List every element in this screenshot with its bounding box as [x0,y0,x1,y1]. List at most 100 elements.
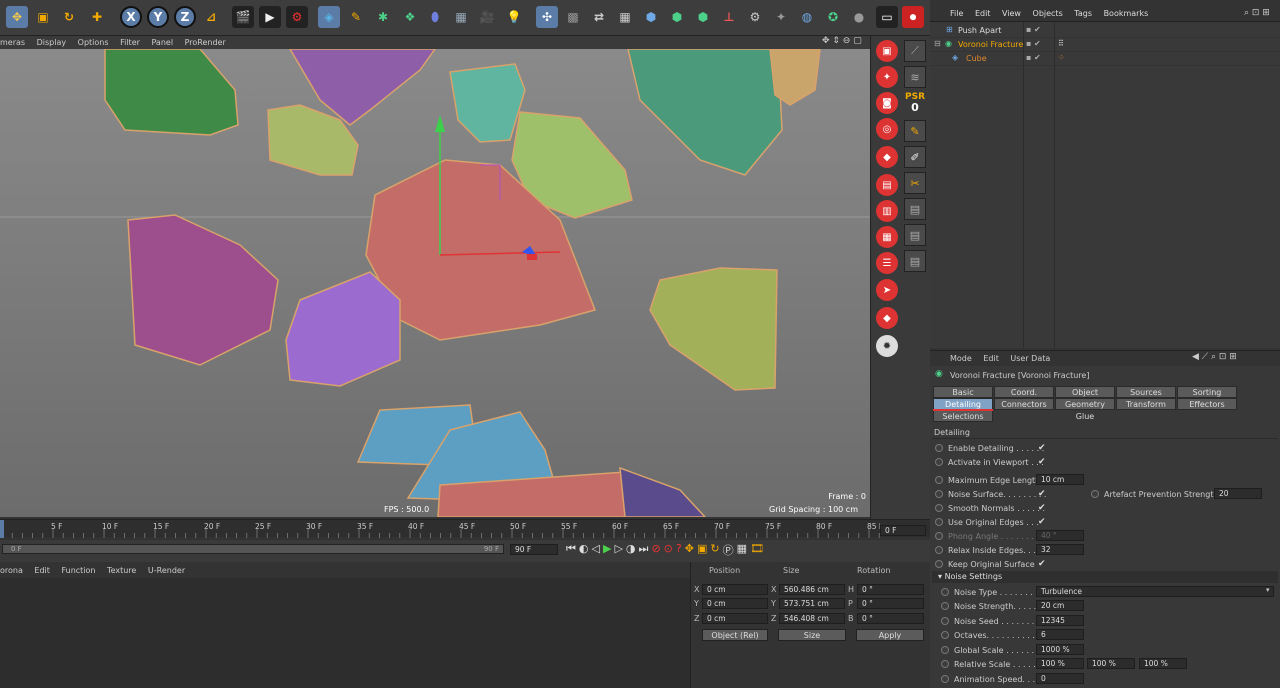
material-menu-function[interactable]: Function [61,566,95,575]
current-frame-field[interactable]: 0 F [880,525,926,536]
timeline-ruler[interactable]: 5 F 10 F 15 F 20 F 25 F 30 F 35 F 40 F 45 F 50 F 5… [0,519,930,538]
tab-sorting[interactable]: Sorting [1177,386,1237,398]
knife-icon[interactable]: ✎ [904,120,926,142]
material-tag-icon[interactable]: ⁘ [1058,53,1065,62]
material-cube-icon[interactable]: ◆ [876,307,898,329]
prev-key-icon[interactable]: ◐ [579,542,589,558]
range-slider[interactable]: 0 F 90 F [2,544,504,554]
grid-icon[interactable]: ▦ [614,6,636,28]
coord-pos-field[interactable]: 0 cm [702,584,768,595]
tab-sources[interactable]: Sources [1116,386,1176,398]
keyframe-selection-icon[interactable]: ? [676,542,682,558]
pla-key-icon[interactable]: ▦ [737,542,747,558]
coord-apply-button[interactable]: Apply [856,629,924,641]
viewport[interactable]: FPS : 500.0 Frame : 0 Grid Spacing : 100… [0,49,870,517]
visibility-toggle-3[interactable]: ▪ ✔ [1026,53,1041,62]
animate-dot[interactable] [935,546,943,554]
layer-icon-3[interactable]: ▤ [904,250,926,272]
coord-size-field[interactable]: 573.751 cm [779,598,845,609]
hdri-icon[interactable]: ▤ [876,174,898,196]
animate-dot[interactable] [935,518,943,526]
light-bulb-icon[interactable]: ✦ [876,66,898,88]
next-key-icon[interactable]: ◑ [626,542,636,558]
settings-gear-icon[interactable]: ⚙ [744,6,766,28]
noise-type-dropdown-arrow[interactable]: ▾ [1266,586,1270,594]
mesh-icon[interactable]: ✦ [770,6,792,28]
viewport-menu-prorender[interactable]: ProRender [185,38,226,47]
field-relative-scale-z[interactable]: 100 % [1139,658,1187,669]
scale-icon[interactable]: ▣ [32,6,54,28]
cube-icon[interactable]: ◈ [318,6,340,28]
field-octaves[interactable]: 6 [1036,629,1084,640]
tab-geometry-glue[interactable]: Geometry Glue [1055,398,1115,421]
coord-rot-field[interactable]: 0 ° [857,584,924,595]
coord-size-field[interactable]: 546.408 cm [779,613,845,624]
render-view-icon[interactable]: 🎬 [232,6,254,28]
om-menu-view[interactable]: View [1002,9,1021,18]
animate-dot[interactable] [941,675,949,683]
move-key-icon[interactable]: ✥ [685,542,694,558]
animate-dot[interactable] [935,490,943,498]
field-animation-speed[interactable]: 0 [1036,673,1084,684]
checkbox-keep-original-surface[interactable]: ✔ [1038,559,1048,569]
field-artefact-prevention[interactable]: 20 [1214,488,1262,499]
hub-icon[interactable]: ✪ [822,6,844,28]
prev-frame-icon[interactable]: ◁ [592,542,600,558]
render-picture-queue-icon[interactable]: ▶ [259,6,281,28]
workplane-icon[interactable]: ⇄ [588,6,610,28]
animate-dot[interactable] [941,588,949,596]
rotate-key-icon[interactable]: ↻ [710,542,719,558]
om-menu-tags[interactable]: Tags [1074,9,1092,18]
coord-size-select[interactable]: Size [778,629,846,641]
checkbox-smooth-normals[interactable]: ✔ [1038,503,1048,513]
edge-mode-icon[interactable]: ⬢ [666,6,688,28]
om-menu-bookmarks[interactable]: Bookmarks [1104,9,1149,18]
param-key-icon[interactable]: Ⓟ [723,542,734,558]
deformer-icon[interactable]: ⬮ [424,6,446,28]
animate-dot[interactable] [941,631,949,639]
tag-icon-grid[interactable]: ⠿ [1058,39,1064,48]
target-icon[interactable]: ◎ [876,118,898,140]
viewport-menu-cameras[interactable]: meras [0,38,25,47]
settings-sun-icon[interactable]: ✹ [876,335,898,357]
render-settings-icon[interactable]: ⚙ [286,6,308,28]
environment-icon[interactable]: ▦ [876,226,898,248]
om-menu-objects[interactable]: Objects [1033,9,1063,18]
checkbox-activate-in-viewport[interactable]: ✔ [1038,457,1048,467]
film-icon[interactable]: 🎞 [750,542,764,558]
render-region-icon[interactable]: ▣ [876,40,898,62]
tab-coord-[interactable]: Coord. [994,386,1054,398]
floor-icon[interactable]: ▦ [450,6,472,28]
noise-settings-header[interactable]: ▾ Noise Settings [932,571,1278,583]
record-icon[interactable]: ⏺ [902,6,924,28]
snap-icon[interactable]: ✣ [536,6,558,28]
field-noise-seed[interactable]: 12345 [1036,615,1084,626]
axis-mode-icon[interactable]: ⊥ [718,6,740,28]
light-icon[interactable]: 💡 [503,6,525,28]
line-cut-icon[interactable]: ✐ [904,146,926,168]
field-phong-angle[interactable]: 40 ° [1036,530,1084,541]
field-noise-strength[interactable]: 20 cm [1036,600,1084,611]
am-menu-edit[interactable]: Edit [983,354,999,363]
am-menu-user-data[interactable]: User Data [1010,354,1050,363]
viewport-nav-icons[interactable]: ✥ ⇕ ⊖ ▢ [822,36,862,46]
animate-dot[interactable] [1091,490,1099,498]
coord-mode-select[interactable]: Object (Rel) [702,629,768,641]
material-menu-texture[interactable]: Texture [107,566,136,575]
field-relative-scale[interactable]: 100 % [1036,658,1084,669]
camera-icon[interactable]: 🎥 [476,6,498,28]
scale-key-icon[interactable]: ▣ [697,542,707,558]
grid-snap-icon[interactable]: ▩ [562,6,584,28]
animate-dot[interactable] [941,660,949,668]
animate-dot[interactable] [935,476,943,484]
go-end-icon[interactable]: ⏭ [639,542,649,558]
end-frame-field[interactable]: 90 F [510,544,558,555]
record-key-icon[interactable]: ⊘ [651,542,660,558]
object-row-push-apart[interactable]: ⊞ Push Apart ▪ ✔ [930,25,1280,38]
add-icon[interactable]: ✚ [86,6,108,28]
coord-size-field[interactable]: 560.486 cm [779,584,845,595]
animate-dot[interactable] [935,444,943,452]
animate-dot[interactable] [935,532,943,540]
animate-dot[interactable] [941,646,949,654]
coord-pos-field[interactable]: 0 cm [702,613,768,624]
